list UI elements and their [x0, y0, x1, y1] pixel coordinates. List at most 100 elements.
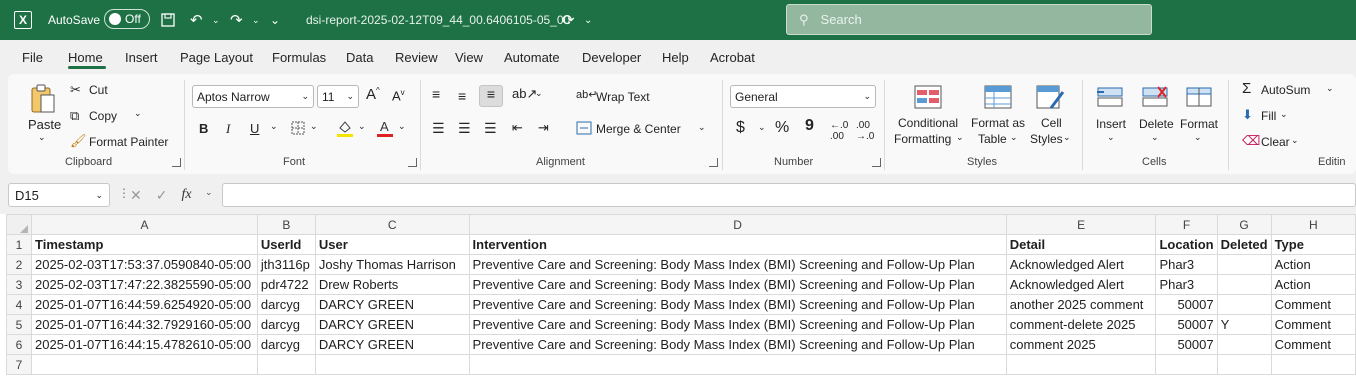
fill-color-dropdown-icon[interactable]: ⌄ [358, 121, 366, 132]
redo-icon[interactable]: ↷ [230, 0, 243, 40]
select-all-corner[interactable] [6, 214, 32, 235]
cell[interactable]: another 2025 comment [1005, 294, 1157, 315]
align-center-icon[interactable]: ☰ [458, 120, 471, 137]
search-box[interactable]: ⚲ Search [786, 4, 1152, 35]
clear-button[interactable]: Clear [1261, 135, 1290, 149]
tab-help[interactable]: Help [662, 50, 689, 65]
cell[interactable] [468, 354, 1007, 375]
cell[interactable]: Intervention [468, 234, 1007, 255]
cell[interactable]: Action [1270, 254, 1356, 275]
bold-button[interactable]: B [199, 121, 208, 136]
cell[interactable]: 50007 [1155, 314, 1218, 335]
increase-decimal-icon[interactable]: ←.0.00 [830, 120, 848, 142]
clipboard-launcher-icon[interactable] [172, 158, 181, 167]
cell[interactable]: 50007 [1155, 334, 1218, 355]
cell[interactable]: Deleted [1216, 234, 1272, 255]
cell[interactable]: Preventive Care and Screening: Body Mass… [468, 334, 1007, 355]
cell[interactable]: Phar3 [1155, 254, 1218, 275]
alignment-launcher-icon[interactable] [709, 158, 718, 167]
number-launcher-icon[interactable] [872, 158, 881, 167]
tab-data[interactable]: Data [346, 50, 373, 65]
percent-button[interactable]: % [775, 119, 789, 137]
merge-center-button[interactable]: Merge & Center [596, 122, 681, 136]
delete-button[interactable]: Delete [1139, 117, 1174, 131]
cell[interactable]: Timestamp [31, 234, 258, 255]
column-header-g[interactable]: G [1216, 214, 1272, 235]
more-options-icon[interactable]: ⋮ [118, 186, 130, 200]
cancel-icon[interactable]: ✕ [130, 187, 142, 204]
orientation-dropdown-icon[interactable]: ⌄ [535, 88, 543, 99]
increase-indent-icon[interactable]: ⇥ [538, 120, 549, 136]
tab-page-layout[interactable]: Page Layout [180, 50, 253, 65]
cell[interactable]: User [314, 234, 470, 255]
eraser-icon[interactable]: ⌫ [1242, 133, 1260, 149]
cell[interactable]: Y [1216, 314, 1272, 335]
font-color-dropdown-icon[interactable]: ⌄ [398, 121, 406, 132]
cell[interactable] [1270, 354, 1356, 375]
customize-toolbar-icon[interactable]: ⌄ [270, 0, 280, 40]
cut-button[interactable]: Cut [89, 83, 108, 97]
tab-developer[interactable]: Developer [582, 50, 641, 65]
increase-font-size-icon[interactable]: A^ [366, 86, 380, 103]
merge-center-icon[interactable] [576, 120, 592, 136]
column-header-e[interactable]: E [1005, 214, 1157, 235]
copy-dropdown-icon[interactable]: ⌄ [134, 108, 142, 119]
conditional-formatting-label[interactable]: Conditional [898, 116, 958, 130]
format-table-dropdown-icon[interactable]: ⌄ [1010, 132, 1018, 143]
row-header[interactable]: 5 [6, 314, 32, 335]
enter-icon[interactable]: ✓ [156, 187, 168, 204]
conditional-formatting-icon[interactable] [912, 82, 944, 112]
undo-dropdown-icon[interactable]: ⌄ [212, 0, 220, 40]
conditional-formatting-label-2[interactable]: Formatting [894, 132, 951, 146]
column-header-b[interactable]: B [256, 214, 316, 235]
cell[interactable]: Drew Roberts [314, 274, 470, 295]
format-button[interactable]: Format [1180, 117, 1218, 131]
fill-dropdown-icon[interactable]: ⌄ [1280, 109, 1288, 120]
underline-dropdown-icon[interactable]: ⌄ [270, 121, 278, 132]
paste-dropdown-icon[interactable]: ⌄ [38, 132, 46, 143]
font-size-select[interactable]: 11 ⌄ [317, 85, 359, 108]
cell[interactable] [1216, 294, 1272, 315]
redo-dropdown-icon[interactable]: ⌄ [252, 0, 260, 40]
delete-cells-icon[interactable] [1139, 82, 1171, 112]
font-name-select[interactable]: Aptos Narrow ⌄ [192, 85, 314, 108]
cell[interactable]: Type [1270, 234, 1356, 255]
column-header-h[interactable]: H [1270, 214, 1356, 235]
insert-dropdown-icon[interactable]: ⌄ [1107, 132, 1115, 143]
format-dropdown-icon[interactable]: ⌄ [1194, 132, 1202, 143]
tab-view[interactable]: View [455, 50, 483, 65]
cell[interactable]: Preventive Care and Screening: Body Mass… [468, 294, 1007, 315]
format-painter-icon[interactable]: 🖌 [70, 133, 87, 149]
autosum-button[interactable]: AutoSum [1261, 83, 1310, 97]
cell[interactable]: Preventive Care and Screening: Body Mass… [468, 254, 1007, 275]
cell-styles-icon[interactable] [1034, 82, 1066, 112]
cell[interactable] [1216, 334, 1272, 355]
cell[interactable] [1005, 354, 1157, 375]
tab-insert[interactable]: Insert [125, 50, 158, 65]
orientation-icon[interactable]: ab↗ [512, 86, 537, 102]
file-name[interactable]: dsi-report-2025-02-12T09_44_00.6406105-0… [306, 0, 570, 40]
cell-styles-label[interactable]: Cell [1041, 116, 1062, 130]
fill-icon[interactable]: ⬇ [1242, 107, 1253, 123]
cell[interactable]: Acknowledged Alert [1005, 254, 1157, 275]
autosave-toggle[interactable]: Off [104, 9, 150, 29]
cell[interactable]: 2025-01-07T16:44:32.7929160-05:00 [31, 314, 258, 335]
currency-button[interactable]: $ [736, 119, 745, 137]
cell[interactable]: pdr4722 [256, 274, 316, 295]
wrap-text-icon[interactable]: ab↵ [576, 88, 597, 101]
cell[interactable]: darcyg [256, 294, 316, 315]
paste-button[interactable]: Paste [28, 117, 61, 132]
copy-button[interactable]: Copy [89, 109, 117, 123]
column-header-c[interactable]: C [314, 214, 470, 235]
cell[interactable] [314, 354, 470, 375]
wrap-text-button[interactable]: Wrap Text [596, 90, 650, 104]
cell[interactable] [1216, 254, 1272, 275]
underline-button[interactable]: U [250, 121, 259, 136]
font-color-icon[interactable]: A [376, 118, 394, 138]
borders-icon[interactable] [290, 120, 306, 136]
column-header-f[interactable]: F [1155, 214, 1218, 235]
decrease-indent-icon[interactable]: ⇤ [512, 120, 523, 136]
cell[interactable]: Preventive Care and Screening: Body Mass… [468, 314, 1007, 335]
row-header[interactable]: 3 [6, 274, 32, 295]
conditional-dropdown-icon[interactable]: ⌄ [956, 132, 964, 143]
